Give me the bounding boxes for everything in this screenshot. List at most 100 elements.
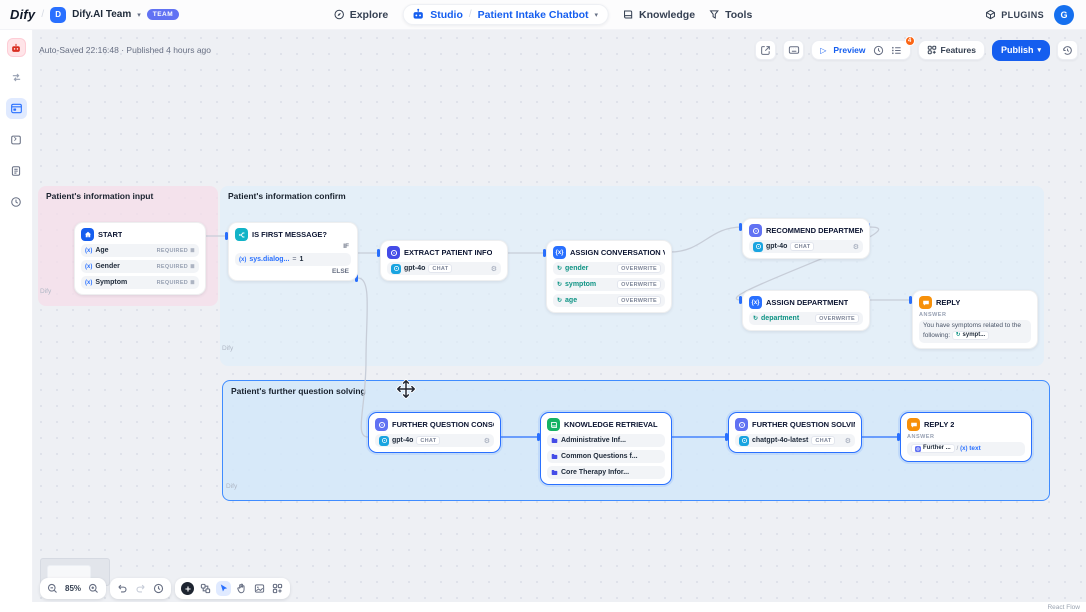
node-extract-patient-info[interactable]: EXTRACT PATIENT INFO gpt-4o CHAT ⚙ (380, 240, 508, 281)
nav-tools[interactable]: Tools (709, 9, 752, 21)
gear-icon[interactable]: ⚙ (491, 265, 497, 273)
field-name: Age (95, 247, 108, 254)
variable-icon: (x) (85, 264, 92, 270)
variable-icon: (x) (960, 446, 967, 452)
variable-assigner-icon: {x} (553, 246, 566, 259)
team-chevron-down-icon[interactable]: ▾ (137, 11, 141, 19)
team-avatar[interactable]: D (50, 7, 66, 23)
breadcrumb-app-name[interactable]: Patient Intake Chatbot (478, 9, 589, 21)
nav-studio[interactable]: Studio (430, 9, 463, 21)
node-further-question-solving[interactable]: FURTHER QUESTION SOLVIN chatgpt-4o-lates… (728, 412, 862, 453)
gear-icon[interactable]: ⚙ (853, 243, 859, 251)
autosave-status: Auto-Saved 22:16:48 · Published 4 hours … (39, 45, 211, 55)
dify-watermark: Dify (40, 288, 51, 295)
team-name[interactable]: Dify.AI Team (72, 9, 131, 20)
app-icon[interactable] (7, 38, 26, 57)
mode-controls (175, 578, 290, 599)
model-mode-badge: CHAT (428, 264, 452, 273)
node-title: REPLY 2 (924, 420, 954, 429)
gear-icon[interactable]: ⚙ (845, 437, 851, 445)
node-further-question-consolidation[interactable]: FURTHER QUESTION CONSO gpt-4o CHAT ⚙ (368, 412, 501, 453)
preview-toolbar-group: ▷ Preview 4 (811, 40, 910, 60)
workflow-canvas[interactable]: Patient's information input Dify Patient… (33, 30, 1086, 602)
zoom-in-icon[interactable] (86, 581, 101, 596)
openai-icon (753, 242, 763, 252)
start-field-age: (x) Age REQUIRED≣ (81, 244, 199, 257)
zoom-out-icon[interactable] (45, 581, 60, 596)
node-recommend-department[interactable]: RECOMMEND DEPARTMENT gpt-4o CHAT ⚙ (742, 218, 870, 259)
change-history-icon[interactable] (151, 581, 166, 596)
path-separator: / (956, 445, 958, 452)
node-reply-2[interactable]: REPLY 2 ANSWER Further ... / (x) text (900, 412, 1032, 462)
sidebar-item-logs[interactable] (6, 160, 27, 181)
organize-nodes-icon[interactable] (198, 581, 213, 596)
condition-variable: sys.dialog... (249, 256, 289, 263)
version-history-button[interactable] (1057, 40, 1078, 60)
node-knowledge-retrieval[interactable]: KNOWLEDGE RETRIEVAL Administrative Inf..… (540, 412, 672, 485)
nav-explore[interactable]: Explore (334, 9, 389, 21)
sidebar-item-orchestrate[interactable] (6, 98, 27, 119)
branch-icon (235, 228, 248, 241)
variable-icon: (x) (85, 280, 92, 286)
sidebar-item-monitoring[interactable] (6, 191, 27, 212)
node-title: REPLY (936, 298, 960, 307)
variable-name: department (761, 315, 799, 322)
features-label: Features (941, 45, 976, 55)
required-badge: REQUIRED (157, 264, 188, 270)
sidebar-item-api-access[interactable] (6, 129, 27, 150)
plugins-button[interactable]: PLUGINS (985, 9, 1044, 20)
group-title: Patient's information confirm (228, 191, 346, 201)
menu-icon: ≣ (190, 248, 195, 254)
nav-knowledge[interactable]: Knowledge (623, 9, 695, 21)
move-cursor-icon (395, 378, 417, 405)
zoom-level[interactable]: 85% (63, 584, 83, 593)
assign-row-age: ↻ age OVERWRITE (553, 294, 665, 307)
gear-icon[interactable]: ⚙ (484, 437, 490, 445)
model-row[interactable]: gpt-4o CHAT ⚙ (375, 434, 494, 447)
shortcuts-button[interactable] (783, 40, 804, 60)
hand-mode-icon[interactable] (234, 581, 249, 596)
preview-button[interactable]: Preview (833, 45, 865, 55)
condition-operator: = (292, 256, 296, 263)
dataset-name: Common Questions f... (561, 453, 638, 460)
if-condition: (x) sys.dialog... = 1 (235, 253, 351, 266)
undo-icon[interactable] (115, 581, 130, 596)
assign-icon: ↻ (557, 297, 562, 304)
if-label: IF (235, 243, 351, 250)
app-chevron-down-icon[interactable]: ▾ (595, 11, 599, 19)
checklist-icon[interactable] (891, 45, 902, 56)
book-icon (623, 9, 634, 20)
robot-icon (411, 8, 424, 21)
run-history-icon[interactable] (873, 45, 884, 56)
node-assign-conversation-variables[interactable]: {x} ASSIGN CONVERSATION VA ↻ gender OVER… (546, 240, 672, 313)
variable-name: symptom (565, 281, 596, 288)
field-name: Symptom (95, 279, 127, 286)
folder-icon (551, 453, 558, 460)
overwrite-badge: OVERWRITE (617, 296, 661, 305)
dataset-row: Administrative Inf... (547, 434, 665, 447)
pointer-mode-icon[interactable] (216, 581, 231, 596)
llm-icon (735, 418, 748, 431)
variable-icon: (x) (239, 257, 246, 263)
group-title: Patient's information input (46, 191, 153, 201)
minimap-toggle-icon[interactable] (252, 581, 267, 596)
model-row[interactable]: gpt-4o CHAT ⚙ (749, 240, 863, 253)
add-node-icon[interactable] (180, 581, 195, 596)
node-reply[interactable]: REPLY ANSWER You have symptoms related t… (912, 290, 1038, 349)
features-button[interactable]: Features (918, 40, 985, 60)
node-if-else[interactable]: IS FIRST MESSAGE? IF (x) sys.dialog... =… (228, 222, 358, 281)
app-switcher-icon[interactable] (6, 67, 27, 88)
bottom-strip: React Flow (0, 602, 1086, 612)
publish-button[interactable]: Publish ▾ (992, 40, 1050, 61)
node-start[interactable]: START (x) Age REQUIRED≣ (x) Gender REQUI… (74, 222, 206, 295)
redo-icon[interactable] (133, 581, 148, 596)
model-row[interactable]: gpt-4o CHAT ⚙ (387, 262, 501, 275)
start-field-symptom: (x) Symptom REQUIRED≣ (81, 276, 199, 289)
user-avatar[interactable]: G (1054, 5, 1074, 25)
layout-icon[interactable] (270, 581, 285, 596)
export-image-button[interactable] (755, 40, 776, 60)
model-row[interactable]: chatgpt-4o-latest CHAT ⚙ (735, 434, 855, 447)
node-ref-chip: Further ... (911, 444, 955, 453)
node-assign-department[interactable]: {x} ASSIGN DEPARTMENT ↻ department OVERW… (742, 290, 870, 331)
dify-logo: Dify (10, 7, 35, 22)
